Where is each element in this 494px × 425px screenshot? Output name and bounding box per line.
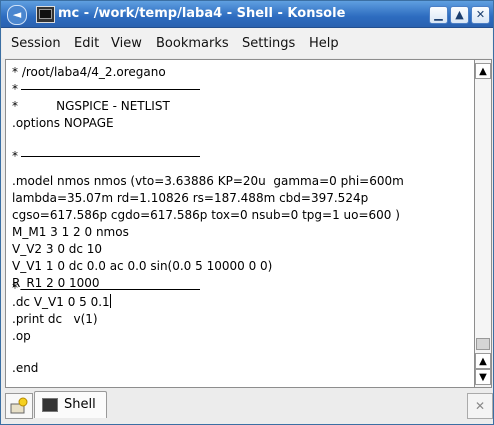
window-title: mc - /work/temp/laba4 - Shell - Konsole bbox=[58, 6, 346, 21]
comment-separator-line bbox=[21, 156, 200, 157]
menu-view[interactable]: View bbox=[111, 36, 142, 51]
close-button[interactable]: ✕ bbox=[471, 6, 490, 24]
terminal-line: .model nmos nmos (vto=3.63886 KP=20u gam… bbox=[12, 174, 404, 188]
comment-separator-line bbox=[21, 289, 200, 290]
terminal-line: .end bbox=[12, 361, 39, 375]
menu-settings[interactable]: Settings bbox=[242, 36, 295, 51]
title-bar[interactable]: ◄ mc - /work/temp/laba4 - Shell - Konsol… bbox=[1, 1, 493, 28]
close-session-button[interactable]: ✕ bbox=[467, 393, 493, 419]
text-cursor bbox=[109, 294, 111, 308]
scroll-up-arrow-lower[interactable]: ▲ bbox=[475, 353, 491, 369]
terminal-line: * NGSPICE - NETLIST bbox=[12, 99, 170, 113]
terminal-line: * /root/laba4/4_2.oregano bbox=[12, 65, 166, 79]
tab-shell-label: Shell bbox=[64, 397, 96, 412]
scroll-down-button[interactable]: ▼ bbox=[475, 369, 491, 385]
menu-bar: Session Edit View Bookmarks Settings Hel… bbox=[2, 28, 492, 58]
terminal-icon bbox=[42, 398, 58, 412]
window-menu-button[interactable]: ◄ bbox=[7, 5, 27, 25]
terminal-line: * bbox=[12, 149, 18, 163]
terminal-line: V_V2 3 0 dc 10 bbox=[12, 242, 103, 256]
terminal-line: V_V1 1 0 dc 0.0 ac 0.0 sin(0.0 5 10000 0… bbox=[12, 259, 273, 273]
tab-shell[interactable]: Shell bbox=[34, 391, 107, 418]
konsole-app-icon bbox=[36, 6, 55, 23]
terminal-line: * bbox=[12, 82, 18, 96]
cursor-line-text: .dc V_V1 0 5 0.1 bbox=[12, 295, 110, 309]
menu-bookmarks[interactable]: Bookmarks bbox=[156, 36, 229, 51]
terminal-output[interactable]: * /root/laba4/4_2.oregano * * NGSPICE - … bbox=[5, 59, 475, 388]
terminal-line: .print dc v(1) bbox=[12, 312, 98, 326]
scroll-up-button[interactable]: ▲ bbox=[475, 63, 491, 79]
terminal-line: .op bbox=[12, 329, 31, 343]
tab-bar: Shell ✕ bbox=[1, 389, 493, 422]
terminal-line: cgso=617.586p cgdo=617.586p tox=0 nsub=0… bbox=[12, 208, 400, 222]
scrollbar-thumb[interactable] bbox=[476, 338, 490, 350]
terminal-line-with-cursor: .dc V_V1 0 5 0.1 bbox=[12, 294, 111, 311]
terminal-line: lambda=35.07m rd=1.10826 rs=187.488m cbd… bbox=[12, 191, 369, 205]
menu-edit[interactable]: Edit bbox=[74, 36, 99, 51]
terminal-line: .options NOPAGE bbox=[12, 116, 114, 130]
minimize-button[interactable]: ▁ bbox=[429, 6, 448, 24]
menu-session[interactable]: Session bbox=[11, 36, 61, 51]
maximize-button[interactable]: ▲ bbox=[450, 6, 469, 24]
menu-help[interactable]: Help bbox=[309, 36, 339, 51]
terminal-line: M_M1 3 1 2 0 nmos bbox=[12, 225, 129, 239]
comment-separator-line bbox=[21, 89, 200, 90]
konsole-window: ◄ mc - /work/temp/laba4 - Shell - Konsol… bbox=[0, 0, 494, 425]
vertical-scrollbar[interactable]: ▲ ▲ ▼ bbox=[474, 59, 492, 388]
new-session-icon bbox=[10, 397, 28, 414]
new-session-button[interactable] bbox=[5, 393, 33, 419]
